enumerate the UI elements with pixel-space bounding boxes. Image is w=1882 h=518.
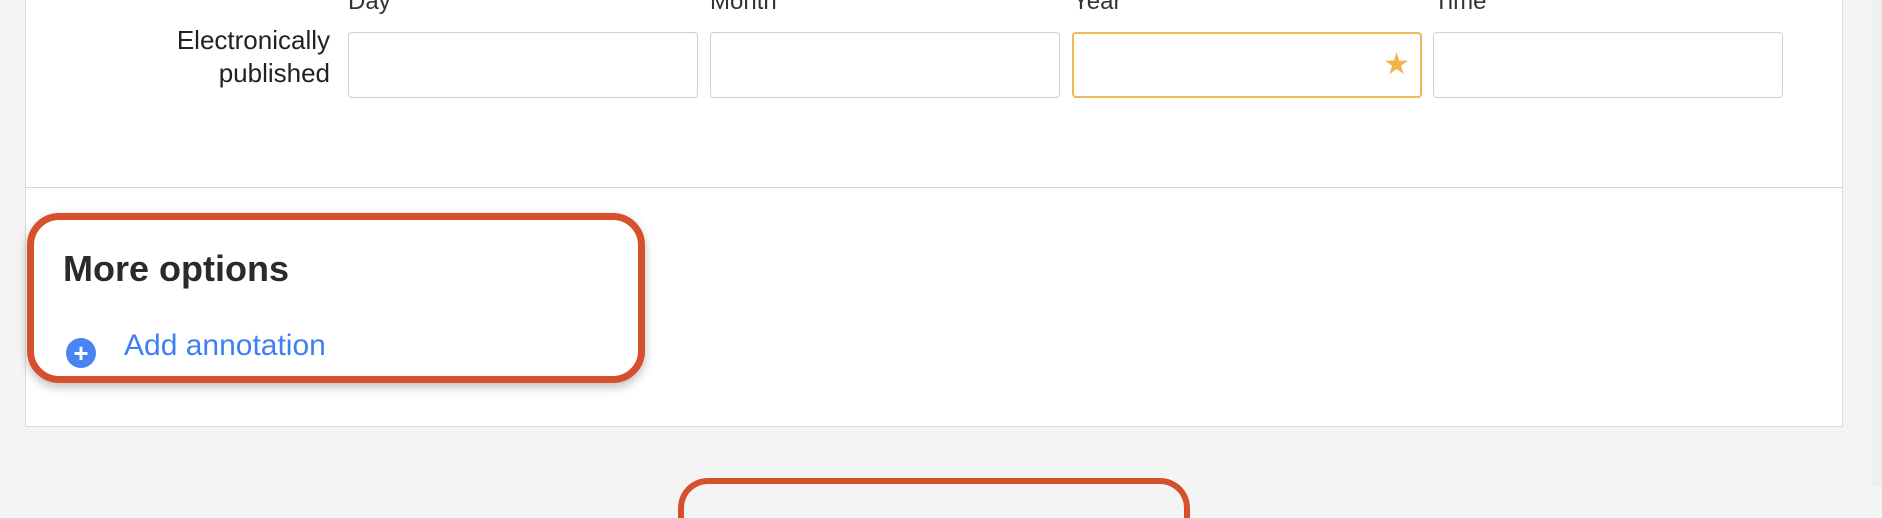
- day-label: Day: [348, 0, 391, 15]
- time-label: Time: [1434, 0, 1487, 15]
- day-field[interactable]: [349, 33, 697, 97]
- month-field-wrapper: [710, 32, 1060, 98]
- time-field[interactable]: [1434, 33, 1782, 97]
- bottom-button-edge[interactable]: [678, 478, 1190, 518]
- month-label: Month: [710, 0, 777, 15]
- day-field-wrapper: [348, 32, 698, 98]
- electronically-published-label: Electronically published: [176, 25, 330, 88]
- scrollbar[interactable]: [1872, 0, 1882, 486]
- star-icon: ★: [1383, 48, 1410, 81]
- annotation-highlight: [27, 213, 645, 383]
- year-label: Year: [1073, 0, 1122, 15]
- section-divider: [25, 187, 1843, 188]
- month-field[interactable]: [711, 33, 1059, 97]
- time-field-wrapper: [1433, 32, 1783, 98]
- year-field-wrapper: ★: [1072, 32, 1422, 98]
- year-field[interactable]: [1074, 34, 1420, 96]
